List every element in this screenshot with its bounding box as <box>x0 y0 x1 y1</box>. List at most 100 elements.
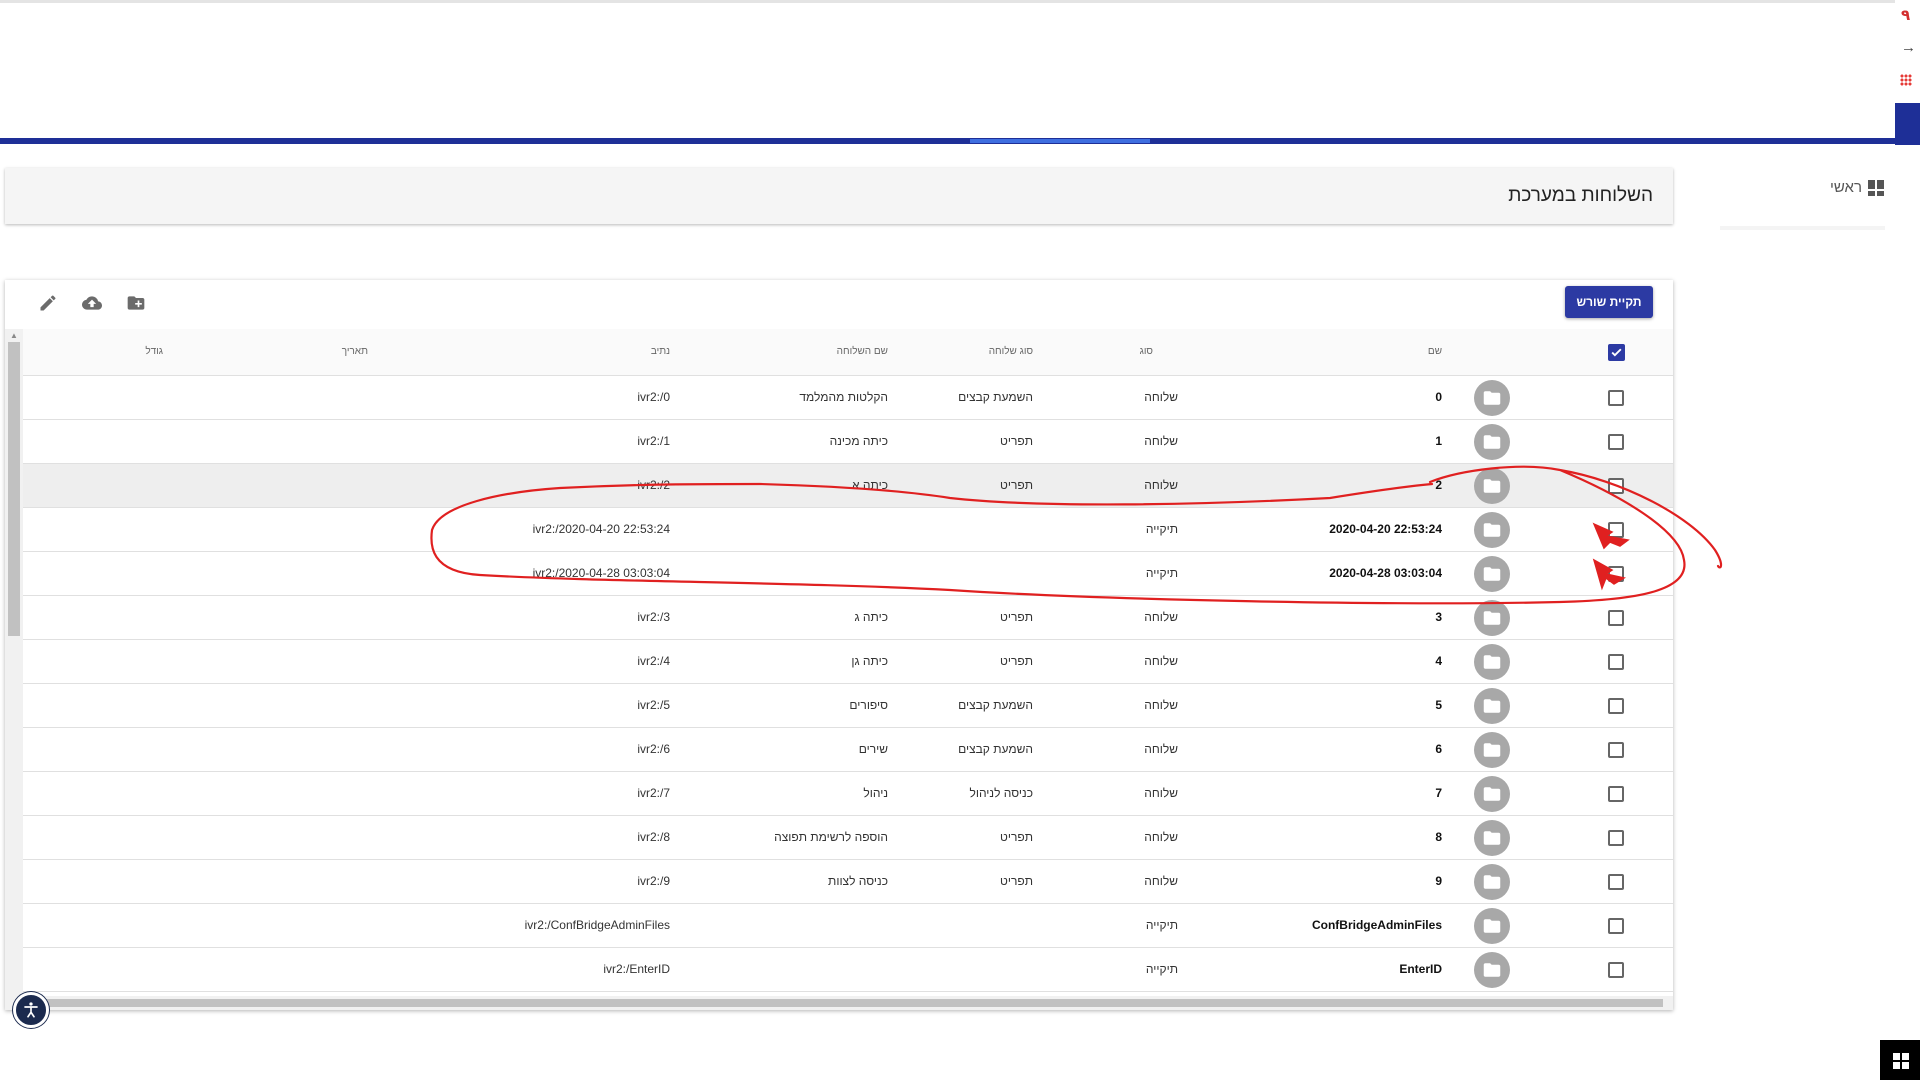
row-checkbox[interactable] <box>1608 874 1624 890</box>
scrollbar-thumb[interactable] <box>43 999 1663 1007</box>
sidebar-item-label: ראשי <box>1830 179 1862 196</box>
page-header: השלוחות במערכת <box>5 168 1673 224</box>
table-row[interactable]: 9 שלוחה תפריט כניסה לצוות ivr2:/9 <box>23 860 1673 904</box>
cell-path: ivr2:/2 <box>637 478 670 492</box>
column-header-extension-name[interactable]: שם השלוחה <box>837 346 888 357</box>
table-row[interactable]: 2020-04-28 03:03:04 תיקייה ivr2:/2020-04-2… <box>23 552 1673 596</box>
row-checkbox[interactable] <box>1608 830 1624 846</box>
column-header-name[interactable]: שם <box>1428 346 1442 357</box>
folder-icon[interactable] <box>1474 864 1510 900</box>
table-row[interactable]: ConfBridgeAdminFiles תיקייה ivr2:/ConfBrid… <box>23 904 1673 948</box>
edit-icon[interactable] <box>38 293 58 313</box>
select-all-checkbox[interactable] <box>1608 344 1625 361</box>
toolbar-actions <box>38 293 146 313</box>
cell-extension-name: שירים <box>858 742 888 756</box>
dashboard-icon <box>1867 179 1884 196</box>
windows-start-button[interactable] <box>1880 1040 1920 1080</box>
row-checkbox[interactable] <box>1608 918 1624 934</box>
table-row[interactable]: 3 שלוחה תפריט כיתה ג ivr2:/3 <box>23 596 1673 640</box>
row-checkbox[interactable] <box>1608 566 1624 582</box>
folder-icon[interactable] <box>1474 644 1510 680</box>
cell-path: ivr2:/ConfBridgeAdminFiles <box>524 918 670 932</box>
row-checkbox[interactable] <box>1608 962 1624 978</box>
column-header-size[interactable]: גודל <box>145 346 163 357</box>
folder-icon[interactable] <box>1474 600 1510 636</box>
cell-name: 8 <box>1435 830 1442 844</box>
table-row[interactable]: 8 שלוחה תפריט הוספה לרשימת תפוצה ivr2:/8 <box>23 816 1673 860</box>
folder-icon[interactable] <box>1474 424 1510 460</box>
accessibility-button[interactable] <box>13 992 49 1028</box>
table-row[interactable]: 1 שלוחה תפריט כיתה מכינה ivr2:/1 <box>23 420 1673 464</box>
folder-icon[interactable] <box>1474 776 1510 812</box>
root-folder-button[interactable]: תקיית שורש <box>1565 286 1653 318</box>
table-row[interactable]: EnterID תיקייה ivr2:/EnterID <box>23 948 1673 992</box>
table-row[interactable]: 2 שלוחה תפריט כיתה א ivr2:/2 <box>23 464 1673 508</box>
column-header-path[interactable]: נתיב <box>651 346 670 357</box>
row-checkbox[interactable] <box>1608 434 1624 450</box>
row-checkbox[interactable] <box>1608 786 1624 802</box>
cloud-upload-icon[interactable] <box>80 293 104 313</box>
row-checkbox[interactable] <box>1608 742 1624 758</box>
cell-path: ivr2:/2020-04-20 22:53:24 <box>532 522 670 536</box>
apps-grid-icon[interactable] <box>1900 74 1912 86</box>
folder-icon[interactable] <box>1474 732 1510 768</box>
cell-extension-name: כיתה מכינה <box>829 434 888 448</box>
cell-type: שלוחה <box>1144 742 1178 756</box>
cell-path: ivr2:/8 <box>637 830 670 844</box>
extension-icon[interactable]: ٩ <box>1901 8 1910 24</box>
column-header-type[interactable]: סוג <box>1140 346 1153 357</box>
cell-name: 5 <box>1435 698 1442 712</box>
table-row[interactable]: 0 שלוחה השמעת קבצים הקלטות מהמלמד ivr2:/0 <box>23 376 1673 420</box>
table-row[interactable]: 4 שלוחה תפריט כיתה גן ivr2:/4 <box>23 640 1673 684</box>
cell-extension-type: תפריט <box>1000 610 1033 624</box>
folder-icon[interactable] <box>1474 512 1510 548</box>
table-row[interactable]: 7 שלוחה כניסה לניהול ניהול ivr2:/7 <box>23 772 1673 816</box>
table-row[interactable]: 6 שלוחה השמעת קבצים שירים ivr2:/6 <box>23 728 1673 772</box>
folder-icon[interactable] <box>1474 820 1510 856</box>
cell-path: ivr2:/7 <box>637 786 670 800</box>
cell-extension-name: כיתה גן <box>851 654 888 668</box>
table-body: 0 שלוחה השמעת קבצים הקלטות מהמלמד ivr2:/0 1 של… <box>23 376 1673 996</box>
row-checkbox[interactable] <box>1608 698 1624 714</box>
cell-extension-name: כניסה לצוות <box>828 874 888 888</box>
forward-arrow-icon[interactable]: → <box>1901 40 1916 56</box>
folder-icon[interactable] <box>1474 468 1510 504</box>
cell-type: שלוחה <box>1144 654 1178 668</box>
cell-type: שלוחה <box>1144 478 1178 492</box>
column-header-extension-type[interactable]: סוג שלוחה <box>989 346 1033 357</box>
folder-icon[interactable] <box>1474 556 1510 592</box>
table-row[interactable]: 5 שלוחה השמעת קבצים סיפורים ivr2:/5 <box>23 684 1673 728</box>
folder-icon[interactable] <box>1474 380 1510 416</box>
cell-extension-name: הוספה לרשימת תפוצה <box>774 830 888 844</box>
sidebar-item-home[interactable]: ראשי <box>1830 179 1884 196</box>
cell-name: 2020-04-28 03:03:04 <box>1329 566 1442 580</box>
cell-type: שלוחה <box>1144 434 1178 448</box>
row-checkbox[interactable] <box>1608 390 1624 406</box>
row-checkbox[interactable] <box>1608 478 1624 494</box>
cell-type: תיקייה <box>1145 522 1178 536</box>
cell-name: 2020-04-20 22:53:24 <box>1329 522 1442 536</box>
app-nav-band <box>0 138 1895 144</box>
row-checkbox[interactable] <box>1608 654 1624 670</box>
cell-path: ivr2:/6 <box>637 742 670 756</box>
column-header-date[interactable]: תאריך <box>342 346 368 357</box>
vertical-scrollbar[interactable]: ▲ <box>5 329 23 1010</box>
windows-logo-icon <box>1893 1053 1909 1069</box>
cell-extension-name: כיתה ג <box>854 610 888 624</box>
cell-name: 4 <box>1435 654 1442 668</box>
scrollbar-thumb[interactable] <box>8 342 20 636</box>
row-checkbox[interactable] <box>1608 610 1624 626</box>
cell-path: ivr2:/3 <box>637 610 670 624</box>
cell-extension-type: השמעת קבצים <box>958 742 1033 756</box>
scroll-up-arrow-icon[interactable]: ▲ <box>10 331 18 340</box>
folder-icon[interactable] <box>1474 952 1510 988</box>
cell-type: תיקייה <box>1145 566 1178 580</box>
page-title: השלוחות במערכת <box>1508 185 1653 206</box>
nav-active-indicator <box>970 139 1150 143</box>
create-folder-icon[interactable] <box>126 293 146 313</box>
table-row[interactable]: 2020-04-20 22:53:24 תיקייה ivr2:/2020-04-2… <box>23 508 1673 552</box>
horizontal-scrollbar[interactable] <box>23 996 1673 1010</box>
folder-icon[interactable] <box>1474 688 1510 724</box>
folder-icon[interactable] <box>1474 908 1510 944</box>
row-checkbox[interactable] <box>1608 522 1624 538</box>
